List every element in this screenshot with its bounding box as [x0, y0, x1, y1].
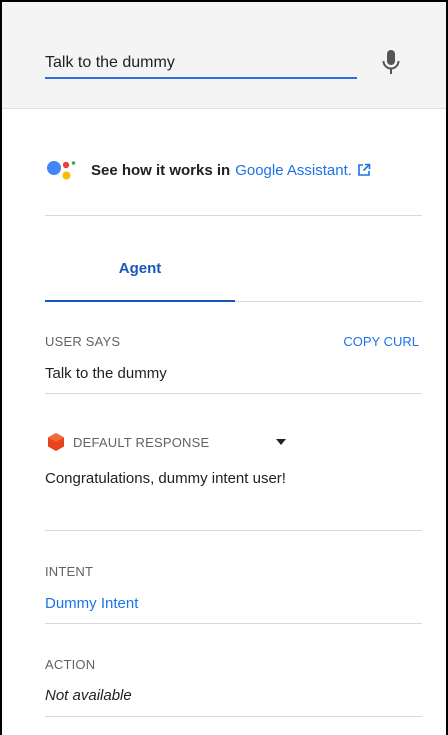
default-response-label: DEFAULT RESPONSE	[73, 434, 210, 450]
response-header: DEFAULT RESPONSE	[47, 432, 209, 452]
external-link-icon[interactable]	[357, 163, 371, 177]
action-label: ACTION	[45, 657, 96, 672]
tab-agent[interactable]: Agent	[45, 260, 235, 277]
assistant-banner-text: See how it works in	[91, 161, 231, 179]
default-response-text: Congratulations, dummy intent user!	[45, 470, 286, 487]
google-assistant-logo-icon	[47, 161, 76, 180]
assistant-banner: See how it works in Google Assistant.	[45, 152, 371, 188]
user-says-label: USER SAYS	[45, 334, 121, 349]
divider	[45, 215, 422, 216]
divider	[45, 716, 422, 717]
default-response-hexagon-icon	[48, 433, 64, 451]
divider	[45, 530, 422, 531]
user-says-value: Talk to the dummy	[45, 365, 167, 382]
google-assistant-link[interactable]: Google Assistant.	[235, 162, 352, 179]
chevron-down-icon[interactable]	[275, 438, 287, 446]
intent-label: INTENT	[45, 564, 94, 579]
query-input[interactable]	[45, 50, 355, 76]
divider	[45, 393, 422, 394]
active-tab-indicator	[45, 300, 235, 302]
intent-link[interactable]: Dummy Intent	[45, 595, 138, 612]
action-value: Not available	[45, 687, 132, 704]
query-input-underline	[45, 77, 357, 79]
divider	[45, 623, 422, 624]
copy-curl-button[interactable]: COPY CURL	[343, 334, 419, 349]
microphone-icon[interactable]	[380, 48, 402, 78]
test-console-panel: See how it works in Google Assistant. Ag…	[0, 0, 448, 735]
query-bar	[2, 2, 446, 109]
